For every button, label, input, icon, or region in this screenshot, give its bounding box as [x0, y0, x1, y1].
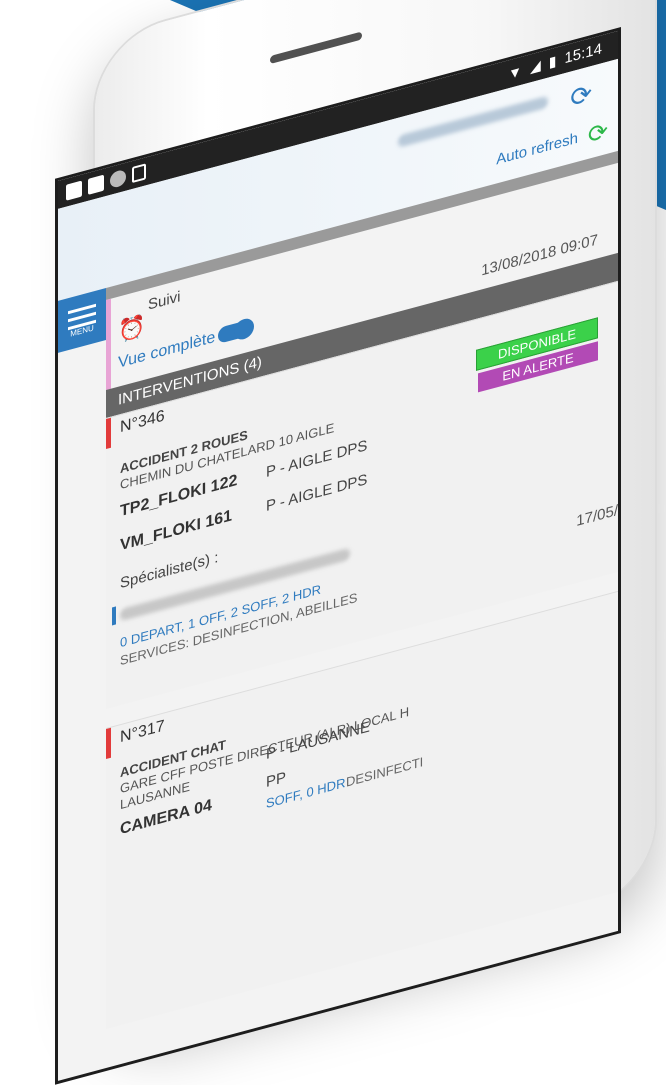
intervention-number: N°317 [120, 717, 165, 747]
refresh-icon[interactable]: ⟳ [570, 78, 592, 115]
vehicle-post: P - LAUSANNE [266, 718, 370, 764]
phone-mockup: ▼ ◢ ▮ 15:14 ⟳ Auto refresh ⟳ MENU ⏰ Suiv [55, 0, 655, 1085]
no-signal-icon: ◢ [529, 56, 541, 76]
vehicle-post: PP [266, 768, 287, 792]
sim-icon [132, 163, 146, 184]
auto-refresh-icon[interactable]: ⟳ [588, 117, 608, 151]
specialist-marker [112, 606, 116, 626]
priority-bar [106, 727, 111, 760]
intervention-date: 17/05/ [576, 501, 618, 531]
notification-icon [66, 180, 82, 201]
services-list: DESINFECTI [346, 754, 424, 790]
alarm-clock-icon: ⏰ [118, 312, 146, 345]
menu-button[interactable]: MENU [58, 288, 106, 353]
vehicle-post: P - AIGLE DPS [266, 471, 368, 516]
suivi-label: Suivi [148, 288, 181, 314]
priority-bar [106, 417, 111, 450]
vue-complete-toggle[interactable] [218, 318, 252, 345]
intervention-number: N°346 [120, 407, 165, 437]
battery-icon: ▮ [548, 52, 557, 71]
clock-time: 15:14 [564, 40, 602, 68]
wifi-icon: ▼ [508, 62, 522, 82]
suivi-indicator [106, 298, 111, 391]
circle-icon [110, 168, 126, 189]
image-icon [88, 174, 104, 195]
auto-refresh-label[interactable]: Auto refresh [496, 130, 578, 169]
phone-screen: ▼ ◢ ▮ 15:14 ⟳ Auto refresh ⟳ MENU ⏰ Suiv [55, 27, 621, 1085]
scene: ▼ ◢ ▮ 15:14 ⟳ Auto refresh ⟳ MENU ⏰ Suiv [0, 0, 666, 1085]
